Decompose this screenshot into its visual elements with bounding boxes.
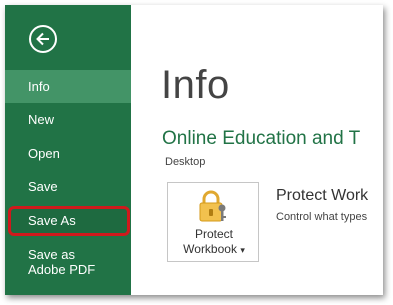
sidebar-item-save-as[interactable]: Save As <box>8 206 130 236</box>
sidebar-item-label: New <box>28 112 55 127</box>
sidebar-item-open[interactable]: Open <box>5 137 131 170</box>
page-title: Info <box>161 63 230 107</box>
protect-button-label-line2: Workbook <box>183 242 237 256</box>
sidebar-item-info[interactable]: Info <box>5 70 131 103</box>
sidebar-item-save[interactable]: Save <box>5 170 131 203</box>
back-arrow-icon <box>36 32 49 46</box>
protect-heading: Protect Work <box>276 187 369 204</box>
protect-button-label: Protect <box>194 227 233 241</box>
sidebar-item-save-as-adobe-pdf[interactable]: Save as Adobe PDF <box>5 243 131 283</box>
sidebar-item-label: Save As <box>28 213 76 228</box>
backstage-sidebar: Info New Open Save Save As Save as Adobe… <box>5 5 131 295</box>
sidebar-item-label: Open <box>28 146 60 161</box>
protect-workbook-button[interactable]: Protect Workbook ▾ <box>167 182 259 262</box>
sidebar-item-new[interactable]: New <box>5 103 131 136</box>
protect-description: Control what types <box>276 211 368 223</box>
backstage-window: Info New Open Save Save As Save as Adobe… <box>5 5 383 295</box>
info-panel: Info Online Education and T Desktop Prot… <box>131 5 383 295</box>
chevron-down-icon: ▾ <box>240 245 245 255</box>
sidebar-item-label: Save <box>28 179 58 194</box>
back-button[interactable] <box>29 25 57 53</box>
lock-key-icon <box>199 190 226 222</box>
document-name: Online Education and T <box>162 128 361 149</box>
document-path: Desktop <box>165 156 206 168</box>
sidebar-item-label: Save as Adobe PDF <box>28 247 96 277</box>
protect-button-label-2: Workbook ▾ <box>168 242 260 256</box>
sidebar-item-label: Info <box>28 79 50 94</box>
